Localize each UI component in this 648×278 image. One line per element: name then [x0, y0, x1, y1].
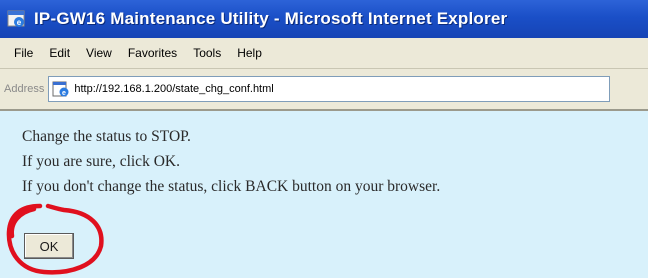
menu-view[interactable]: View [77, 46, 119, 60]
confirm-instruction: If you are sure, click OK. [22, 153, 180, 170]
browser-window: e IP-GW16 Maintenance Utility - Microsof… [0, 0, 648, 278]
menu-help[interactable]: Help [228, 46, 269, 60]
address-label: Address [4, 83, 45, 95]
ie-app-icon: e [6, 8, 28, 30]
menu-edit[interactable]: Edit [40, 46, 77, 60]
address-url: http://192.168.1.200/state_chg_conf.html [74, 83, 274, 95]
menu-file[interactable]: File [0, 46, 40, 60]
page-content: Change the status to STOP. If you are su… [0, 111, 648, 278]
menu-favorites[interactable]: Favorites [119, 46, 184, 60]
address-input[interactable]: e http://192.168.1.200/state_chg_conf.ht… [48, 76, 611, 102]
window-title: IP-GW16 Maintenance Utility - Microsoft … [34, 9, 508, 28]
svg-text:e: e [62, 90, 66, 97]
status-message: Change the status to STOP. [22, 128, 191, 145]
back-instruction: If you don't change the status, click BA… [22, 178, 441, 195]
page-icon: e [52, 80, 70, 98]
menu-bar: File Edit View Favorites Tools Help [0, 38, 648, 69]
address-bar: Address e http://192.168.1.200/state_chg… [0, 69, 648, 111]
menu-tools[interactable]: Tools [184, 46, 228, 60]
svg-text:e: e [17, 18, 22, 27]
title-bar: e IP-GW16 Maintenance Utility - Microsof… [0, 0, 648, 38]
ok-button[interactable]: OK [24, 233, 74, 259]
